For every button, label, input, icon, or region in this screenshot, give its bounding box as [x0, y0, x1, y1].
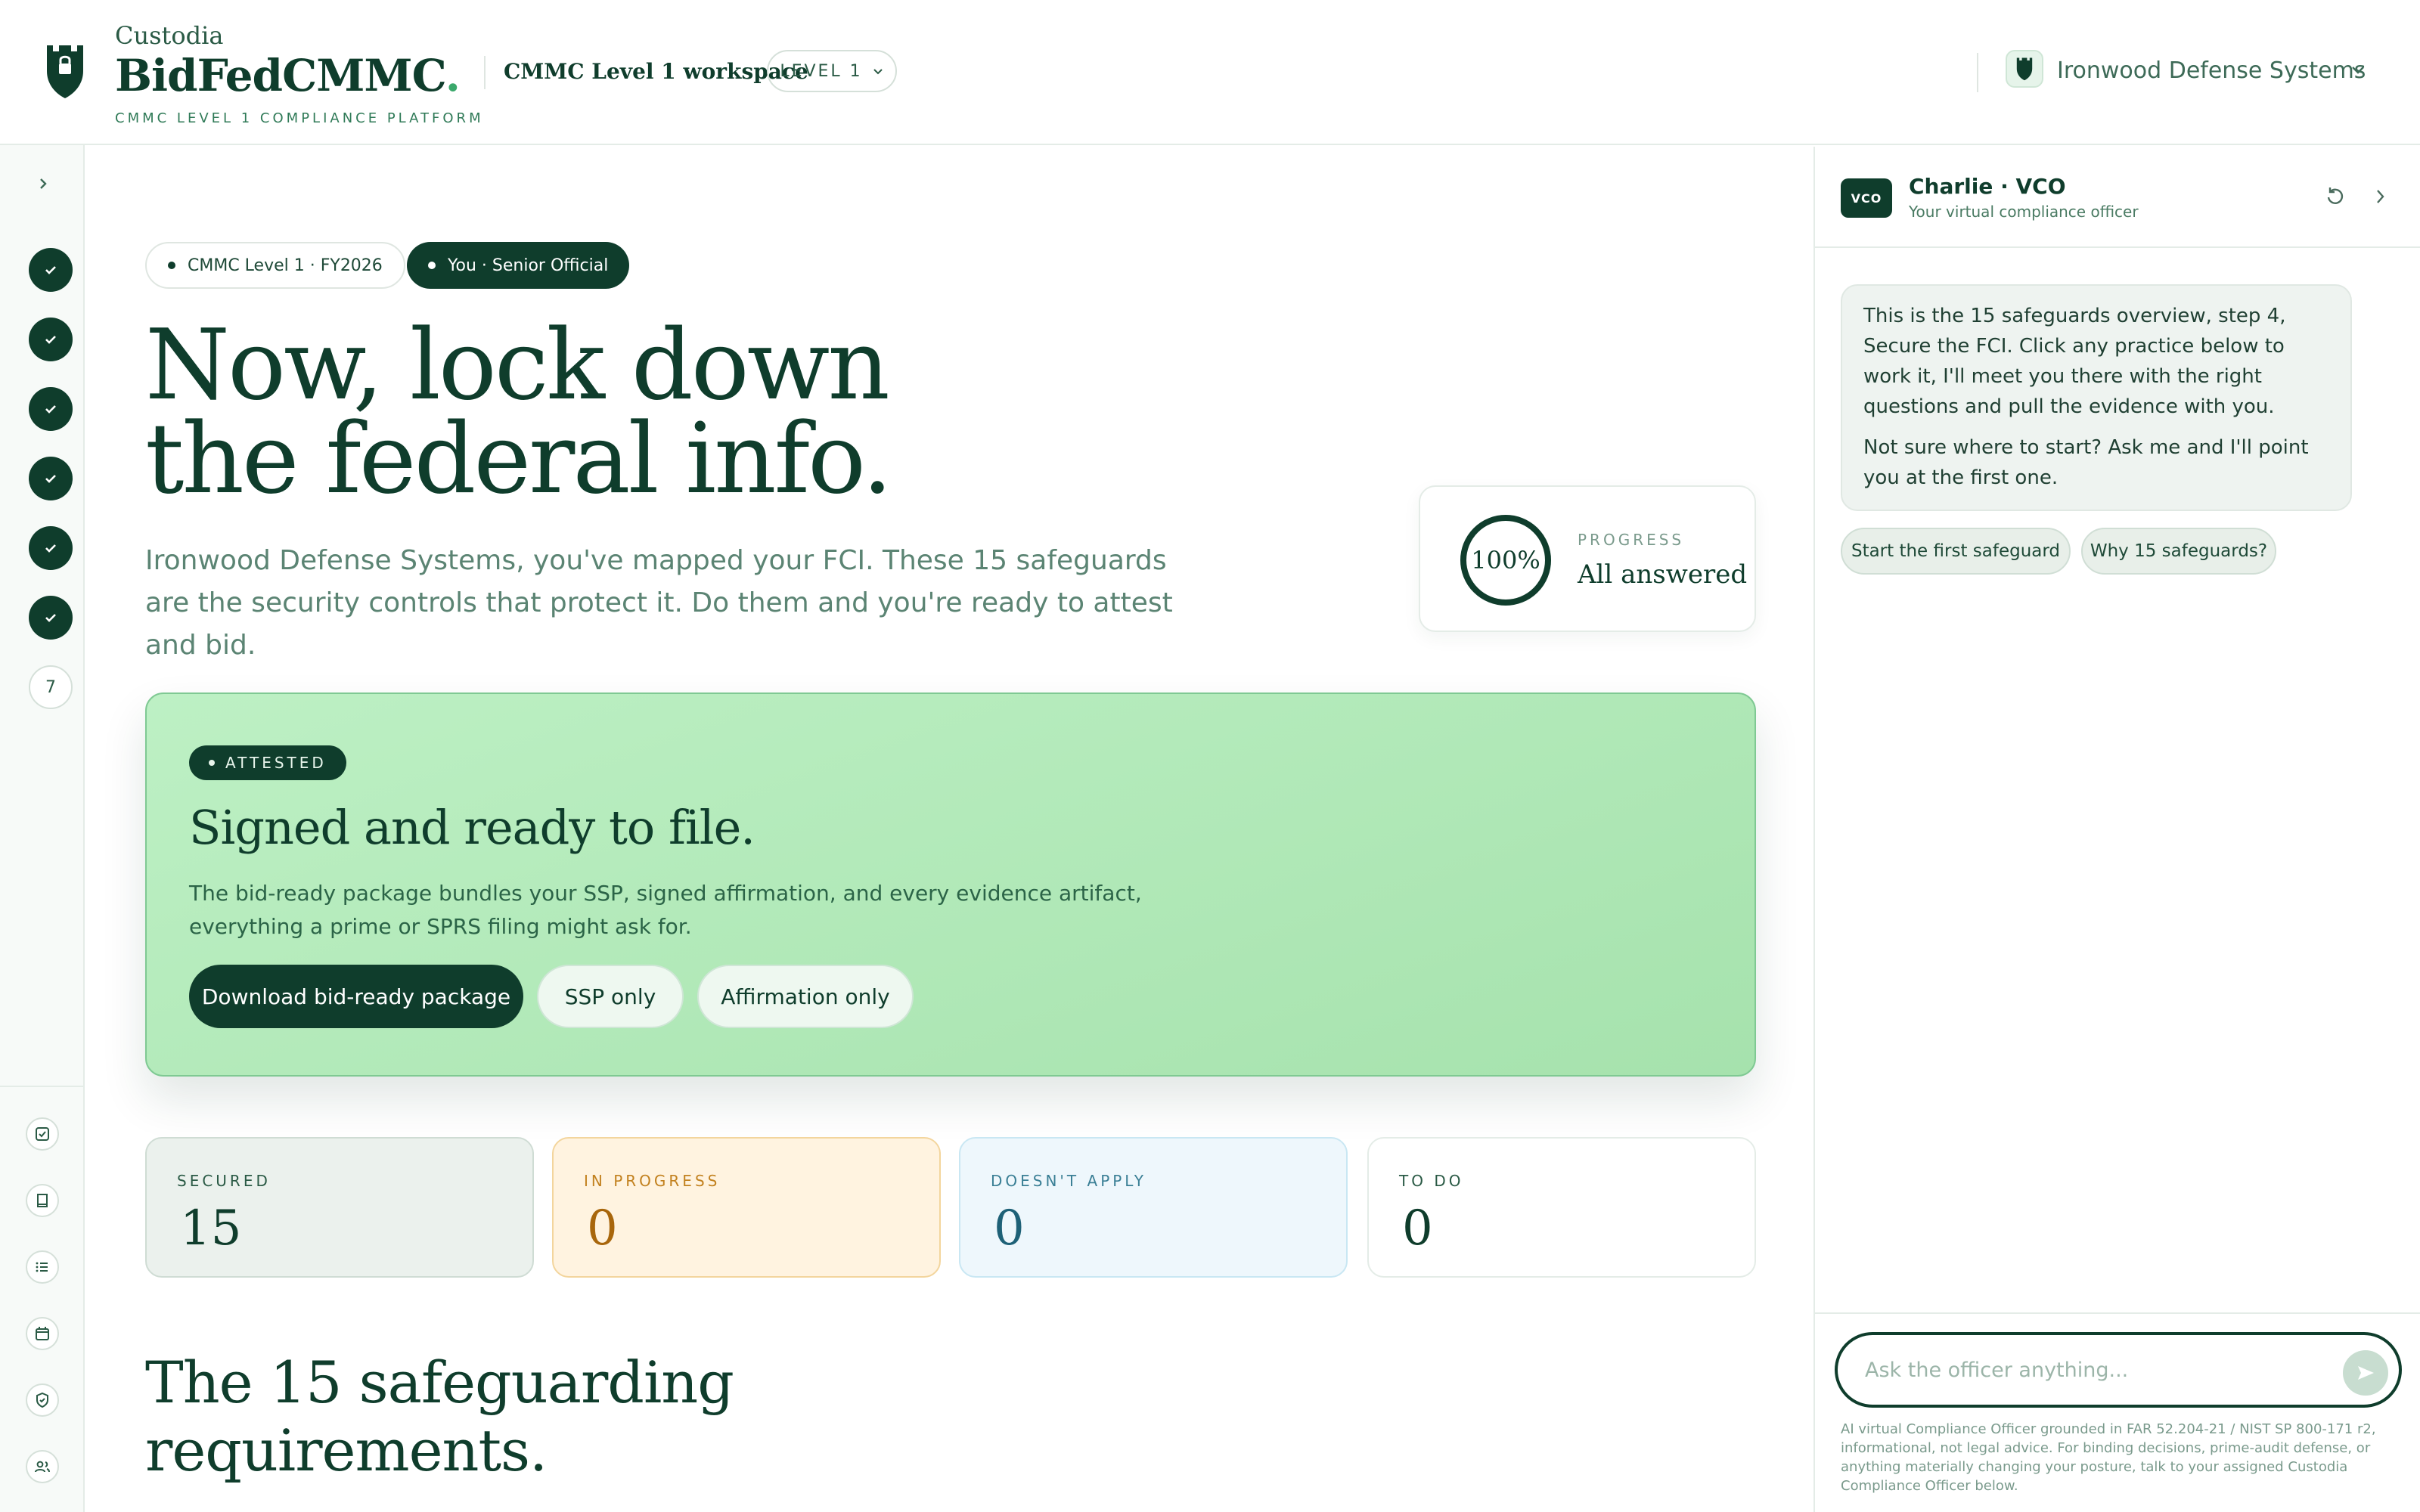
- chevron-down-icon: [873, 69, 883, 75]
- stat-label: TO DO: [1399, 1172, 1464, 1190]
- step-2-complete[interactable]: [29, 318, 73, 361]
- role-chip: You · Senior Official: [407, 242, 630, 289]
- users-icon[interactable]: [26, 1450, 59, 1483]
- framework-chip: CMMC Level 1 · FY2026: [145, 242, 405, 289]
- page-title: Now, lock down the federal info.: [145, 309, 893, 516]
- stat-value: 15: [180, 1201, 242, 1256]
- step-rail: 7: [0, 145, 85, 1512]
- stat-value: 0: [1402, 1201, 1433, 1256]
- org-switcher[interactable]: Ironwood Defense Systems: [2057, 57, 2366, 84]
- step-3-complete[interactable]: [29, 387, 73, 431]
- attestation-card: ATTESTED Signed and ready to file. The b…: [145, 692, 1756, 1077]
- calendar-icon[interactable]: [26, 1317, 59, 1350]
- chevron-down-icon[interactable]: [2349, 60, 2367, 79]
- level-label: LEVEL 1: [780, 61, 863, 81]
- shield-icon[interactable]: [26, 1383, 59, 1417]
- check-icon: [45, 336, 56, 344]
- step-4-complete[interactable]: [29, 457, 73, 500]
- rail-divider: [0, 1086, 83, 1087]
- brand-tagline: CMMC LEVEL 1 COMPLIANCE PLATFORM: [115, 110, 484, 126]
- stat-secured[interactable]: SECURED 15: [145, 1137, 534, 1278]
- assistant-role: Your virtual compliance officer: [1909, 203, 2139, 221]
- check-icon: [45, 475, 56, 483]
- download-package-button[interactable]: Download bid-ready package: [189, 965, 523, 1028]
- assistant-message: This is the 15 safeguards overview, step…: [1841, 284, 2352, 511]
- progress-percent: 100%: [1471, 546, 1540, 575]
- brand-company: Custodia: [115, 21, 224, 50]
- check-icon: [45, 405, 56, 414]
- app-header: Custodia BidFedCMMC. CMMC LEVEL 1 COMPLI…: [0, 0, 2420, 145]
- affirmation-only-button[interactable]: Affirmation only: [697, 965, 914, 1028]
- level-selector[interactable]: LEVEL 1: [767, 50, 897, 92]
- assistant-panel: VCO Charlie · VCO Your virtual complianc…: [1813, 147, 2420, 1512]
- message-paragraph: This is the 15 safeguards overview, step…: [1863, 305, 2286, 418]
- attested-badge: ATTESTED: [189, 745, 346, 780]
- main-content: CMMC Level 1 · FY2026 You · Senior Offic…: [86, 147, 1813, 1512]
- check-icon: [45, 614, 56, 622]
- stat-label: IN PROGRESS: [584, 1172, 721, 1190]
- chevron-right-icon[interactable]: [32, 172, 54, 195]
- stat-in-progress[interactable]: IN PROGRESS 0: [552, 1137, 941, 1278]
- send-icon: [2358, 1366, 2374, 1380]
- stat-to-do[interactable]: TO DO 0: [1367, 1137, 1756, 1278]
- suggestion-why-15[interactable]: Why 15 safeguards?: [2081, 528, 2276, 575]
- book-icon[interactable]: [26, 1184, 59, 1217]
- chevron-right-icon[interactable]: [2370, 186, 2391, 207]
- list-icon[interactable]: [26, 1250, 59, 1284]
- header-divider: [1977, 53, 1978, 92]
- step-1-complete[interactable]: [29, 248, 73, 292]
- org-shield-icon[interactable]: [2006, 50, 2043, 88]
- page-subtitle: Ironwood Defense Systems, you've mapped …: [145, 545, 1173, 661]
- progress-label: PROGRESS: [1578, 531, 1685, 549]
- shield-logo-icon: [47, 45, 83, 98]
- reset-icon[interactable]: [2323, 184, 2347, 209]
- stat-doesnt-apply[interactable]: DOESN'T APPLY 0: [959, 1137, 1348, 1278]
- attestation-title: Signed and ready to file.: [189, 800, 755, 855]
- stat-label: DOESN'T APPLY: [991, 1172, 1147, 1190]
- stat-label: SECURED: [177, 1172, 271, 1190]
- ssp-only-button[interactable]: SSP only: [537, 965, 684, 1028]
- step-7[interactable]: 7: [29, 665, 73, 709]
- workspace-title: CMMC Level 1 workspace: [504, 59, 808, 84]
- step-6-complete[interactable]: [29, 596, 73, 640]
- checklist-icon[interactable]: [26, 1117, 59, 1151]
- brand-product: BidFedCMMC.: [115, 50, 461, 101]
- stat-value: 0: [587, 1201, 618, 1256]
- assistant-name: Charlie · VCO: [1909, 174, 2066, 199]
- suggestion-start-first[interactable]: Start the first safeguard: [1841, 528, 2071, 575]
- message-paragraph: Not sure where to start? Ask me and I'll…: [1863, 436, 2309, 489]
- check-icon: [45, 544, 56, 553]
- header-divider: [484, 56, 486, 89]
- step-5-complete[interactable]: [29, 526, 73, 570]
- send-button[interactable]: [2343, 1350, 2388, 1396]
- stat-value: 0: [994, 1201, 1025, 1256]
- composer: [1835, 1332, 2402, 1408]
- progress-card: 100% PROGRESS All answered: [1419, 485, 1756, 632]
- vco-avatar: VCO: [1841, 178, 1892, 218]
- progress-status: All answered: [1578, 559, 1748, 590]
- ask-officer-input[interactable]: [1865, 1350, 2334, 1390]
- ai-disclaimer: AI virtual Compliance Officer grounded i…: [1841, 1421, 2376, 1494]
- attestation-description: The bid-ready package bundles your SSP, …: [189, 881, 1142, 939]
- assistant-header: VCO Charlie · VCO Your virtual complianc…: [1815, 147, 2420, 248]
- composer-divider: [1815, 1312, 2420, 1314]
- check-icon: [45, 266, 56, 274]
- section-title: The 15 safeguarding requirements.: [145, 1349, 734, 1484]
